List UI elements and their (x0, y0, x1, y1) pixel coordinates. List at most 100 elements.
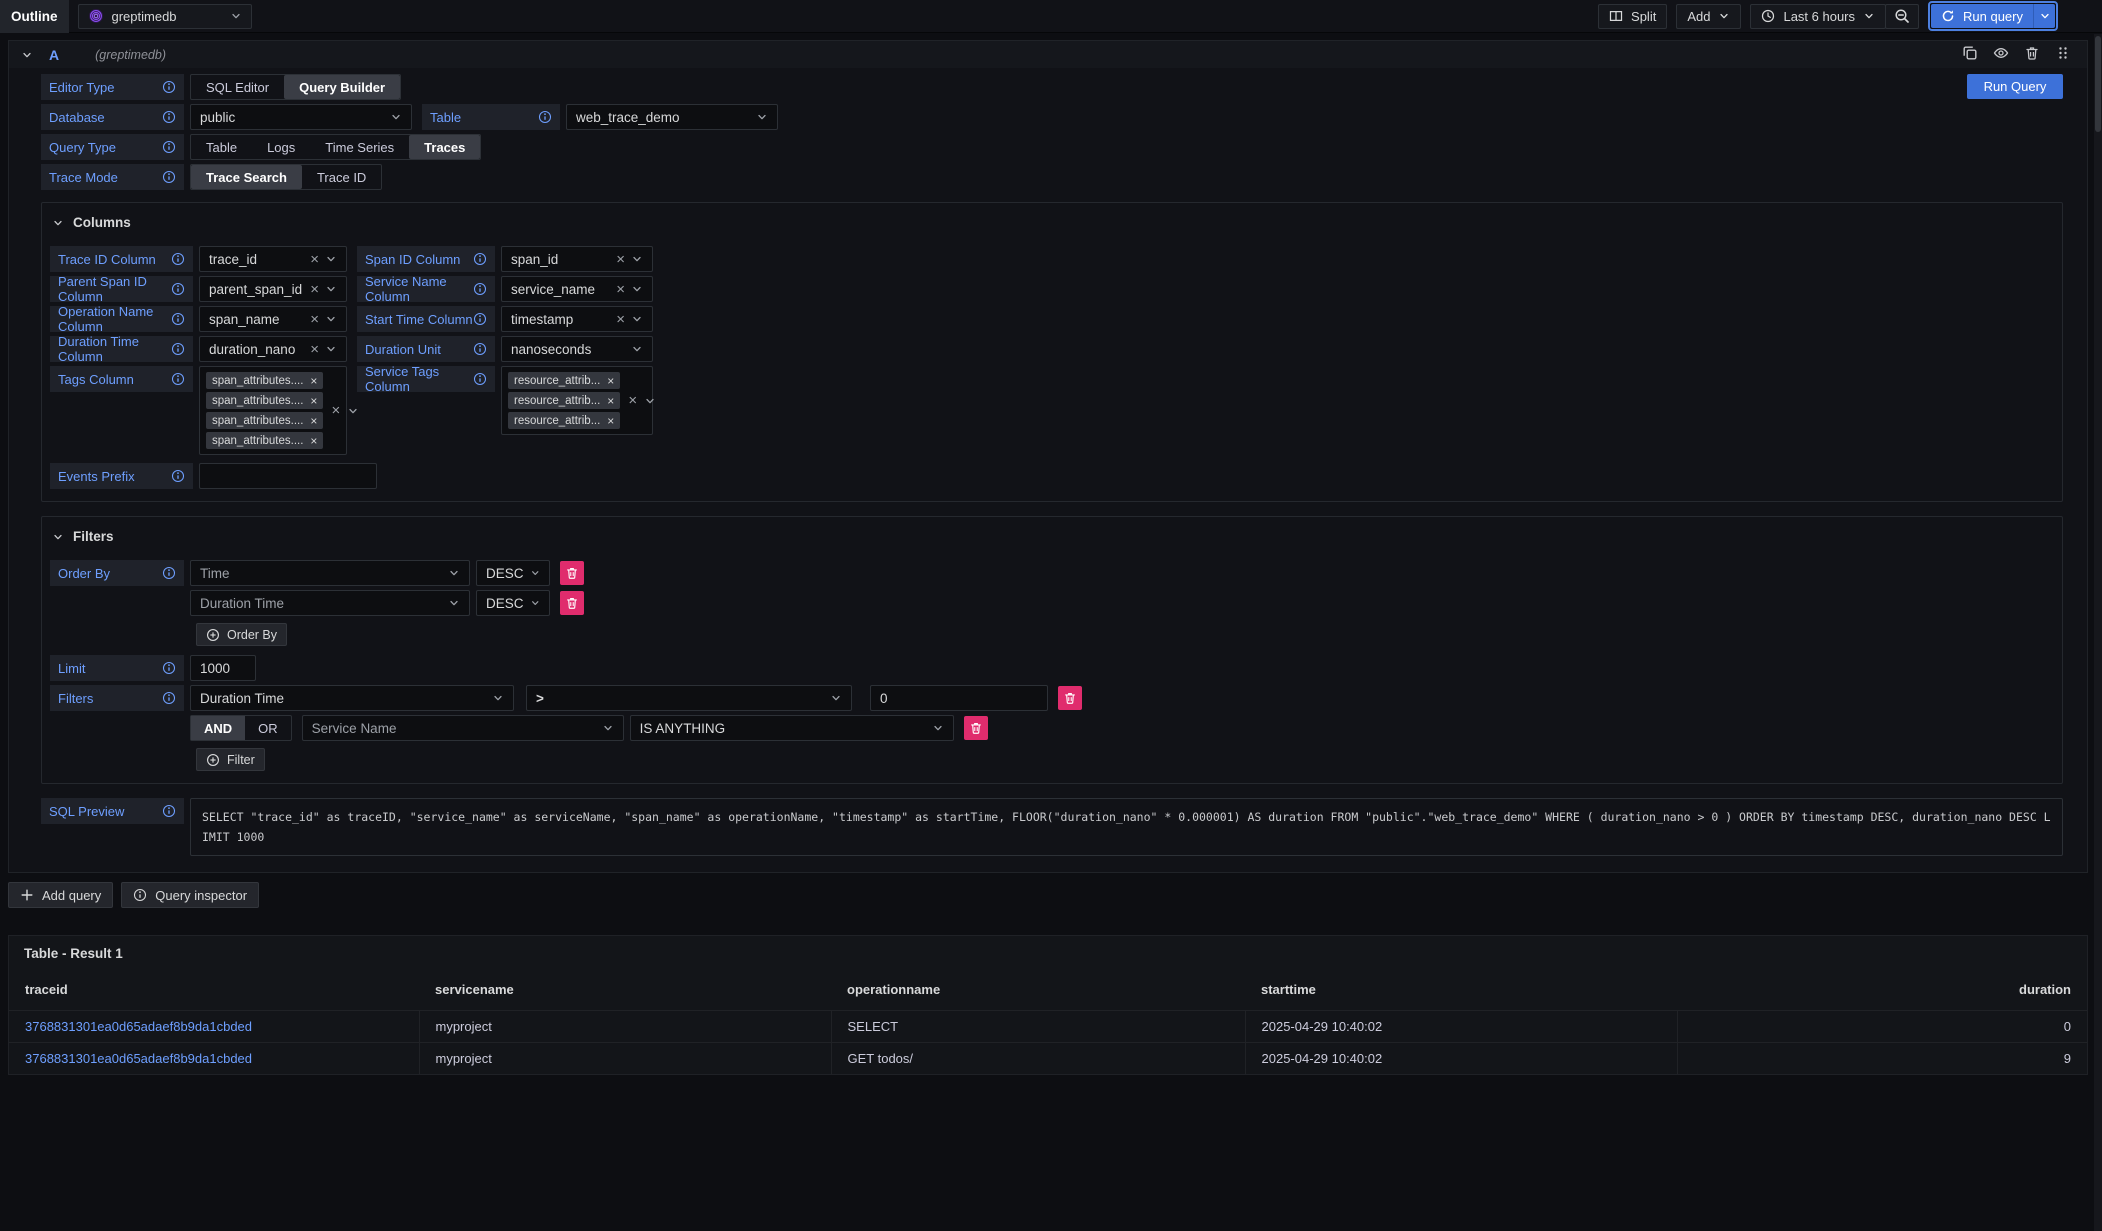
info-icon[interactable] (162, 170, 176, 184)
trace-id-column-select[interactable]: trace_id× (199, 246, 347, 272)
clear-icon[interactable]: × (616, 282, 625, 297)
query-inspector-button[interactable]: Query inspector (121, 882, 259, 908)
filter-operator-select[interactable]: > (526, 685, 852, 711)
filter-logic-and[interactable]: AND (191, 716, 245, 740)
remove-tag-icon[interactable]: × (310, 434, 317, 448)
service-tag-pill[interactable]: resource_attrib...× (508, 372, 620, 389)
duration-time-column-select[interactable]: duration_nano× (199, 336, 347, 362)
add-filter-button[interactable]: Filter (196, 748, 265, 771)
trace-id-link[interactable]: 3768831301ea0d65adaef8b9da1cbded (9, 1043, 419, 1075)
info-icon[interactable] (538, 110, 552, 124)
remove-query-button[interactable] (2024, 45, 2040, 64)
clear-icon[interactable]: × (310, 252, 319, 267)
trace-mode-trace-id[interactable]: Trace ID (302, 165, 381, 189)
info-icon[interactable] (473, 372, 487, 386)
filter-logic-or[interactable]: OR (245, 716, 291, 740)
time-range-picker[interactable]: Last 6 hours (1750, 4, 1886, 29)
remove-filter-button[interactable] (964, 716, 988, 740)
limit-input[interactable] (190, 655, 256, 681)
info-icon[interactable] (162, 110, 176, 124)
order-by-field-select[interactable]: Duration Time (190, 590, 470, 616)
remove-tag-icon[interactable]: × (607, 374, 614, 388)
query-ref-id[interactable]: A (49, 47, 59, 63)
trace-mode-trace-search[interactable]: Trace Search (191, 165, 302, 189)
query-type-logs[interactable]: Logs (252, 135, 310, 159)
span-id-column-select[interactable]: span_id× (501, 246, 653, 272)
datasource-picker[interactable]: greptimedb (78, 4, 252, 29)
remove-tag-icon[interactable]: × (310, 414, 317, 428)
tag-pill[interactable]: span_attributes....× (206, 372, 323, 389)
clear-icon[interactable]: × (310, 312, 319, 327)
start-time-column-select[interactable]: timestamp× (501, 306, 653, 332)
hide-response-button[interactable] (1993, 45, 2009, 64)
run-query-button[interactable]: Run query (1931, 4, 2033, 28)
events-prefix-input[interactable] (199, 463, 377, 489)
service-tags-column-multiselect[interactable]: resource_attrib...× resource_attrib...× … (501, 366, 653, 435)
split-button[interactable]: Split (1598, 4, 1667, 29)
clear-icon[interactable]: × (310, 342, 319, 357)
info-icon[interactable] (473, 252, 487, 266)
operation-name-column-select[interactable]: span_name× (199, 306, 347, 332)
run-query-options-button[interactable] (2033, 4, 2055, 28)
add-order-by-button[interactable]: Order By (196, 623, 287, 646)
info-icon[interactable] (171, 342, 185, 356)
info-icon[interactable] (171, 372, 185, 386)
info-icon[interactable] (171, 252, 185, 266)
table-select[interactable]: web_trace_demo (566, 104, 778, 130)
add-query-button[interactable]: Add query (8, 882, 113, 908)
tag-pill[interactable]: span_attributes....× (206, 412, 323, 429)
duplicate-query-button[interactable] (1962, 45, 1978, 64)
scrollbar-thumb[interactable] (2095, 36, 2101, 132)
remove-tag-icon[interactable]: × (310, 394, 317, 408)
remove-tag-icon[interactable]: × (607, 394, 614, 408)
trace-id-link[interactable]: 3768831301ea0d65adaef8b9da1cbded (9, 1011, 419, 1043)
editor-type-query-builder[interactable]: Query Builder (284, 75, 400, 99)
parent-span-id-column-select[interactable]: parent_span_id× (199, 276, 347, 302)
filter-field-select[interactable]: Service Name (302, 715, 624, 741)
remove-tag-icon[interactable]: × (607, 414, 614, 428)
column-header-traceid[interactable]: traceid (9, 973, 419, 1011)
column-header-starttime[interactable]: starttime (1245, 973, 1677, 1011)
column-header-operationname[interactable]: operationname (831, 973, 1245, 1011)
database-select[interactable]: public (190, 104, 412, 130)
filter-value-input[interactable] (870, 685, 1048, 711)
info-icon[interactable] (162, 80, 176, 94)
info-icon[interactable] (162, 691, 176, 705)
add-dropdown-button[interactable]: Add (1676, 4, 1741, 29)
collapse-chevron-icon[interactable] (21, 49, 33, 61)
filter-operator-select[interactable]: IS ANYTHING (630, 715, 954, 741)
tags-column-multiselect[interactable]: span_attributes....× span_attributes....… (199, 366, 347, 455)
info-icon[interactable] (162, 804, 176, 818)
columns-section-header[interactable]: Columns (52, 215, 2050, 230)
remove-filter-button[interactable] (1058, 686, 1082, 710)
order-by-direction-select[interactable]: DESC (476, 590, 550, 616)
order-by-direction-select[interactable]: DESC (476, 560, 550, 586)
page-scrollbar[interactable] (2094, 34, 2102, 1231)
remove-order-by-button[interactable] (560, 591, 584, 615)
remove-tag-icon[interactable]: × (310, 374, 317, 388)
duration-unit-select[interactable]: nanoseconds (501, 336, 653, 362)
info-icon[interactable] (162, 566, 176, 580)
editor-run-query-button[interactable]: Run Query (1967, 74, 2063, 99)
tag-pill[interactable]: span_attributes....× (206, 392, 323, 409)
info-icon[interactable] (473, 282, 487, 296)
clear-icon[interactable]: × (310, 282, 319, 297)
column-header-servicename[interactable]: servicename (419, 973, 831, 1011)
clear-icon[interactable]: × (616, 252, 625, 267)
info-icon[interactable] (162, 140, 176, 154)
info-icon[interactable] (171, 312, 185, 326)
service-tag-pill[interactable]: resource_attrib...× (508, 412, 620, 429)
info-icon[interactable] (171, 282, 185, 296)
tag-pill[interactable]: span_attributes....× (206, 432, 323, 449)
info-icon[interactable] (473, 312, 487, 326)
order-by-field-select[interactable]: Time (190, 560, 470, 586)
zoom-out-time-button[interactable] (1885, 4, 1919, 29)
drag-handle[interactable] (2055, 45, 2071, 64)
info-icon[interactable] (162, 661, 176, 675)
clear-icon[interactable]: × (616, 312, 625, 327)
filters-section-header[interactable]: Filters (52, 529, 2050, 544)
info-icon[interactable] (473, 342, 487, 356)
service-tag-pill[interactable]: resource_attrib...× (508, 392, 620, 409)
clear-all-icon[interactable]: × (331, 402, 340, 419)
info-icon[interactable] (171, 469, 185, 483)
